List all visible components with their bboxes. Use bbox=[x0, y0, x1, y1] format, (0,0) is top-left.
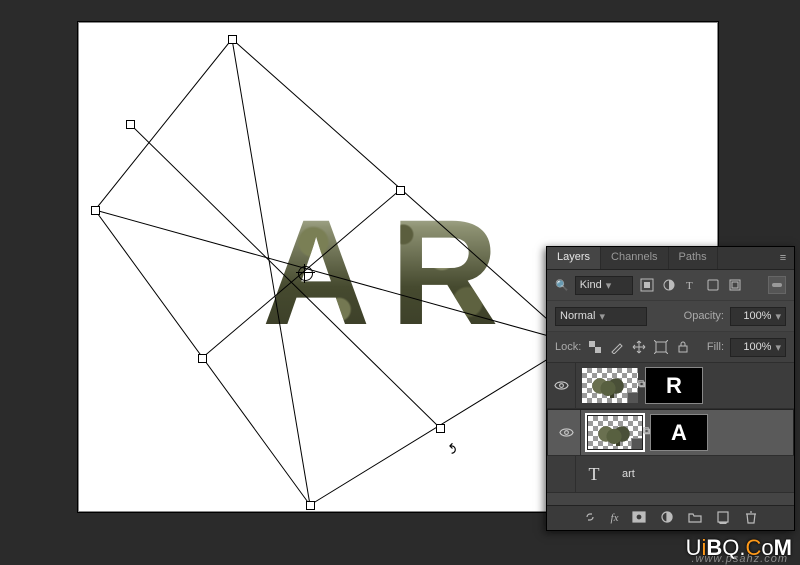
transform-handle-tr[interactable] bbox=[396, 186, 405, 195]
transform-handle-br[interactable] bbox=[436, 424, 445, 433]
layer-row-r[interactable]: ⧉R bbox=[547, 363, 794, 409]
lock-artboard-icon[interactable] bbox=[653, 339, 669, 355]
fx-icon[interactable]: fx bbox=[611, 512, 619, 524]
layer-thumb-a[interactable] bbox=[587, 415, 643, 450]
opacity-value: 100% bbox=[743, 310, 771, 322]
chevron-down-icon: ▾ bbox=[775, 310, 781, 323]
visibility-toggle-off[interactable] bbox=[547, 456, 576, 492]
mask-icon[interactable] bbox=[632, 510, 646, 527]
filter-smart-icon[interactable] bbox=[727, 277, 743, 293]
layers-panel: Layers Channels Paths ≡ 🔍 Kind ▾ T Norma… bbox=[546, 246, 795, 531]
layer-row-a[interactable]: ⧉A bbox=[547, 409, 794, 456]
layer-mask-r[interactable]: ⧉R bbox=[646, 368, 702, 403]
transform-handle-tl[interactable] bbox=[126, 120, 135, 129]
filter-shape-icon[interactable] bbox=[705, 277, 721, 293]
lock-label: Lock: bbox=[555, 341, 581, 353]
blend-mode-value: Normal bbox=[560, 310, 595, 322]
tab-layers[interactable]: Layers bbox=[547, 247, 601, 269]
filter-type-icon[interactable]: T bbox=[683, 277, 699, 293]
filter-kind-label: Kind bbox=[580, 279, 602, 291]
layer-mask-a[interactable]: ⧉A bbox=[651, 415, 707, 450]
app-stage: AR ↶ Layers Channels Paths ≡ 🔍 Kind ▾ bbox=[0, 0, 800, 565]
lock-transparency-icon[interactable] bbox=[587, 339, 603, 355]
filter-pixel-icon[interactable] bbox=[639, 277, 655, 293]
transform-handle-top[interactable] bbox=[228, 35, 237, 44]
chevron-down-icon: ▾ bbox=[599, 310, 605, 323]
link-layers-icon[interactable] bbox=[583, 510, 597, 527]
link-icon: ⧉ bbox=[643, 426, 650, 437]
layer-row-text[interactable]: T art bbox=[547, 456, 794, 493]
delete-icon[interactable] bbox=[744, 510, 758, 527]
rotate-cursor-icon: ↶ bbox=[442, 443, 459, 455]
lock-brush-icon[interactable] bbox=[609, 339, 625, 355]
layer-name-art: art bbox=[622, 468, 635, 480]
new-layer-icon[interactable] bbox=[716, 510, 730, 527]
opacity-label: Opacity: bbox=[684, 310, 724, 322]
layer-thumb-r[interactable] bbox=[582, 368, 638, 403]
lock-row: Lock: Fill: 100% ▾ bbox=[547, 332, 794, 363]
filter-toggle[interactable] bbox=[768, 276, 786, 294]
blend-mode-select[interactable]: Normal ▾ bbox=[555, 307, 647, 326]
layers-list: ⧉R ⧉A T art bbox=[547, 363, 794, 493]
group-icon[interactable] bbox=[688, 510, 702, 527]
visibility-toggle[interactable] bbox=[547, 363, 576, 408]
lock-all-icon[interactable] bbox=[675, 339, 691, 355]
layers-bottom-bar: fx bbox=[547, 505, 794, 530]
tab-paths[interactable]: Paths bbox=[669, 247, 718, 269]
lock-move-icon[interactable] bbox=[631, 339, 647, 355]
visibility-toggle[interactable] bbox=[552, 410, 581, 455]
fill-field[interactable]: 100% ▾ bbox=[730, 338, 786, 357]
layer-filter-row: 🔍 Kind ▾ T bbox=[547, 270, 794, 301]
fill-label: Fill: bbox=[707, 341, 724, 353]
link-icon: ⧉ bbox=[638, 379, 645, 390]
adjustment-icon[interactable] bbox=[660, 510, 674, 527]
chevron-down-icon: ▾ bbox=[775, 341, 781, 354]
blend-opacity-row: Normal ▾ Opacity: 100% ▾ bbox=[547, 301, 794, 332]
panel-menu-icon[interactable]: ≡ bbox=[772, 247, 794, 269]
panel-tab-bar: Layers Channels Paths ≡ bbox=[547, 247, 794, 270]
opacity-field[interactable]: 100% ▾ bbox=[730, 307, 786, 326]
transform-handle-bl[interactable] bbox=[198, 354, 207, 363]
search-icon: 🔍 bbox=[555, 279, 569, 292]
svg-text:T: T bbox=[686, 280, 693, 292]
transform-handle-bottom[interactable] bbox=[306, 501, 315, 510]
tab-channels[interactable]: Channels bbox=[601, 247, 668, 269]
transform-pivot[interactable] bbox=[298, 266, 313, 281]
chevron-down-icon: ▾ bbox=[606, 279, 612, 292]
type-layer-icon: T bbox=[582, 462, 606, 486]
watermark-url: .www.psahz.com bbox=[691, 553, 788, 565]
filter-kind-select[interactable]: Kind ▾ bbox=[575, 276, 633, 295]
filter-adjust-icon[interactable] bbox=[661, 277, 677, 293]
fill-value: 100% bbox=[743, 341, 771, 353]
transform-handle-left[interactable] bbox=[91, 206, 100, 215]
